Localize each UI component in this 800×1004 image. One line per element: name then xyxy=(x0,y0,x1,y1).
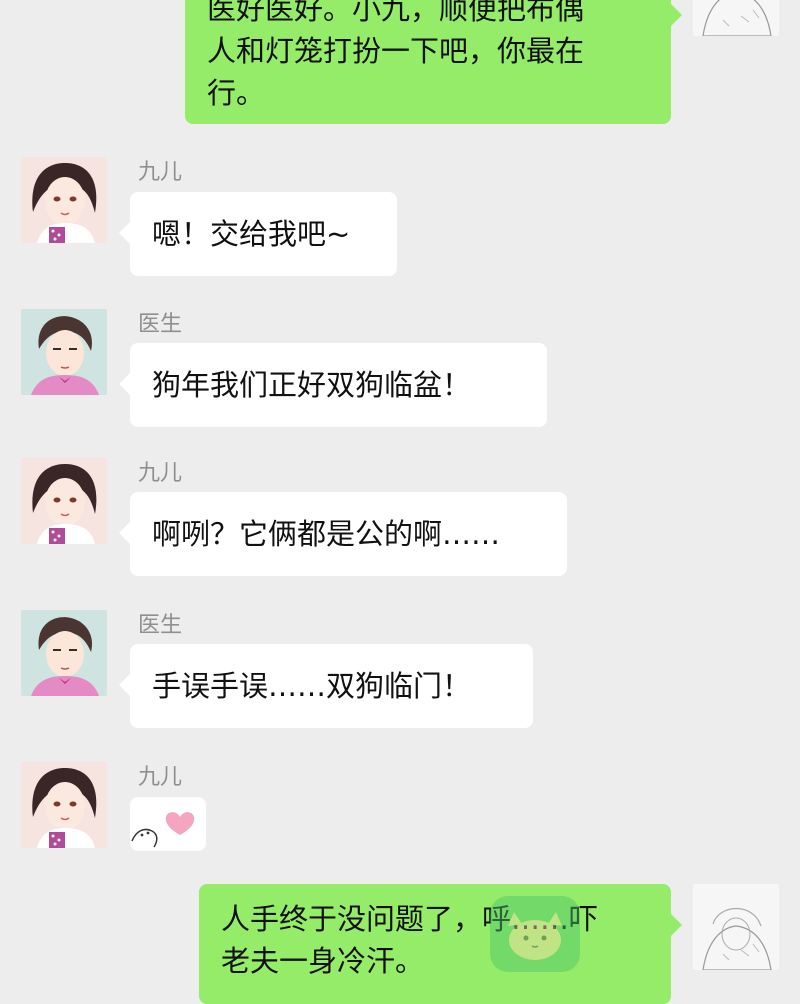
outgoing-message-bubble[interactable]: 人手终于没问题了，呼……吓 老夫一身冷汗。 xyxy=(199,884,682,1004)
outgoing-message-bubble[interactable]: 医好医好。小九，顺便把布偶 人和灯笼打扮一下吧，你最在 行。 xyxy=(185,0,682,124)
sender-name: 医生 xyxy=(138,613,183,638)
incoming-message-bubble[interactable]: 嗯！交给我吧~ xyxy=(119,192,397,276)
self-avatar[interactable] xyxy=(693,884,779,970)
sender-name: 九儿 xyxy=(138,160,183,185)
message-text: 手误手误……双狗临门！ xyxy=(152,669,472,703)
message-text-line: 行。 xyxy=(207,76,266,110)
incoming-message-bubble[interactable]: 啊咧？它俩都是公的啊…… xyxy=(119,492,567,576)
message-text: 啊咧？它俩都是公的啊…… xyxy=(152,517,501,551)
doctor-avatar[interactable] xyxy=(21,309,107,395)
sender-name: 九儿 xyxy=(138,461,183,486)
heart-sticker[interactable] xyxy=(130,797,206,851)
sender-name: 医生 xyxy=(138,312,183,337)
incoming-message-bubble[interactable]: 狗年我们正好双狗临盆！ xyxy=(119,343,547,427)
self-avatar[interactable] xyxy=(693,0,779,36)
message-text: 嗯！交给我吧~ xyxy=(152,217,351,251)
watermark-logo xyxy=(480,888,590,978)
doctor-avatar[interactable] xyxy=(21,610,107,696)
message-text: 狗年我们正好双狗临盆！ xyxy=(152,368,472,402)
incoming-message-bubble[interactable]: 手误手误……双狗临门！ xyxy=(119,644,533,728)
message-text-line: 人和灯笼打扮一下吧，你最在 xyxy=(207,34,585,68)
jiuer-avatar[interactable] xyxy=(21,458,107,544)
sender-name: 九儿 xyxy=(138,765,183,790)
jiuer-avatar[interactable] xyxy=(21,762,107,848)
jiuer-avatar[interactable] xyxy=(21,157,107,243)
message-text-line: 医好医好。小九，顺便把布偶 xyxy=(207,0,585,26)
